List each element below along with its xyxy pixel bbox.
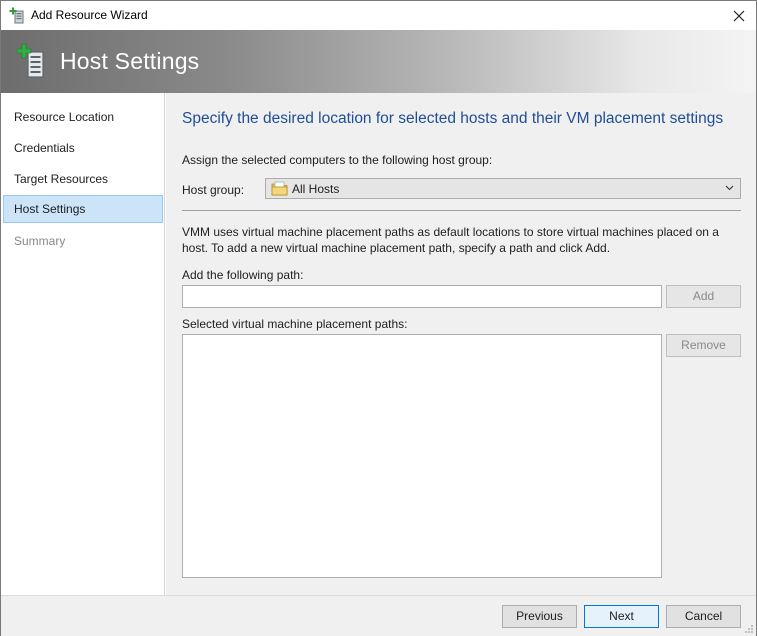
add-host-icon (9, 7, 24, 24)
window-title: Add Resource Wizard (31, 8, 148, 22)
folder-icon (271, 181, 288, 196)
add-path-input[interactable] (182, 285, 662, 308)
selected-paths-label: Selected virtual machine placement paths… (182, 317, 408, 331)
host-group-value: All Hosts (292, 182, 340, 196)
nav-item-host-settings[interactable]: Host Settings (3, 195, 163, 223)
wizard-window: Add Resource Wizard Host Settings Resour… (0, 0, 757, 636)
wizard-steps-nav: Resource Location Credentials Target Res… (1, 93, 165, 595)
close-button[interactable] (722, 1, 756, 30)
assign-label: Assign the selected computers to the fol… (182, 153, 493, 167)
page-title: Host Settings (60, 48, 200, 74)
add-button[interactable]: Add (666, 285, 741, 308)
section-heading: Specify the desired location for selecte… (182, 110, 724, 127)
close-icon (733, 10, 745, 21)
title-bar: Add Resource Wizard (1, 1, 756, 30)
remove-button[interactable]: Remove (666, 334, 741, 357)
divider (182, 210, 741, 211)
cancel-button[interactable]: Cancel (666, 605, 741, 628)
selected-paths-list[interactable] (182, 334, 662, 578)
wizard-footer: Previous Next Cancel (1, 595, 756, 636)
main-panel: Specify the desired location for selecte… (166, 93, 756, 595)
add-host-icon (17, 43, 44, 78)
previous-button[interactable]: Previous (502, 605, 577, 628)
host-group-select[interactable]: All Hosts (265, 178, 741, 199)
add-path-label: Add the following path: (182, 268, 304, 282)
resize-grip-icon[interactable] (744, 624, 754, 634)
nav-item-resource-location[interactable]: Resource Location (3, 103, 163, 131)
nav-item-summary: Summary (14, 234, 66, 248)
chevron-down-icon (725, 185, 734, 191)
host-group-label: Host group: (182, 183, 245, 197)
header-banner: Host Settings (1, 30, 756, 93)
next-button[interactable]: Next (584, 605, 659, 628)
placement-description: VMM uses virtual machine placement paths… (182, 225, 719, 255)
nav-item-credentials[interactable]: Credentials (3, 134, 163, 162)
nav-item-target-resources[interactable]: Target Resources (3, 165, 163, 193)
